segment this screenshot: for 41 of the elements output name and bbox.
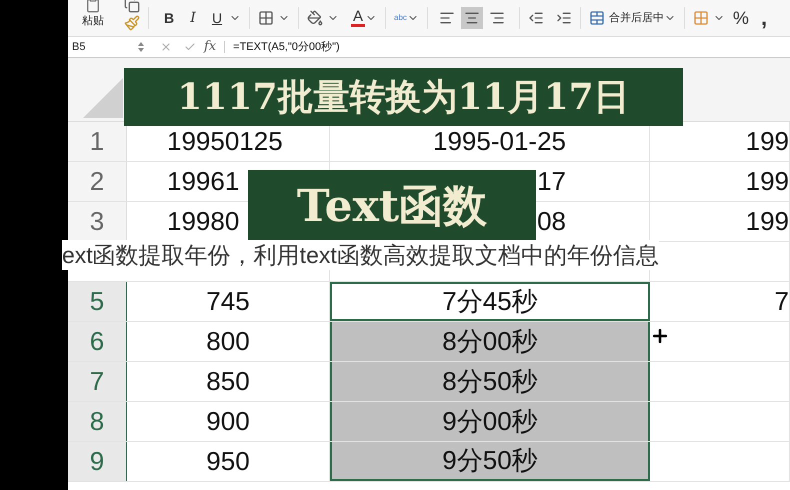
font-color-button[interactable]: A xyxy=(351,9,366,27)
text-style-button[interactable]: abc xyxy=(394,12,407,24)
formula-field[interactable]: =TEXT(A5,"0分00秒") xyxy=(233,38,790,56)
format-button[interactable]: B xyxy=(157,8,181,28)
fill-color-icon[interactable] xyxy=(307,10,323,26)
comma-button[interactable]: , xyxy=(760,7,768,29)
caption-text: ext函数提取年份，利用text函数高效提取文档中的年份信息 xyxy=(62,240,659,270)
row-header[interactable]: 5 xyxy=(68,282,127,321)
row-header[interactable]: 1 xyxy=(68,122,127,161)
merge-center-button[interactable]: 合并后居中 xyxy=(608,10,664,26)
merge-icon[interactable] xyxy=(588,10,605,26)
align-center-icon xyxy=(464,10,480,26)
row-header[interactable]: 3 xyxy=(68,202,127,241)
title-banner: 1117批量转换为11月17日 xyxy=(124,68,683,126)
row-header[interactable]: 6 xyxy=(68,322,127,361)
row-header[interactable]: 9 xyxy=(68,442,127,481)
table-cell: 9分00秒 xyxy=(330,402,650,441)
clipboard-icon xyxy=(85,0,101,13)
format-button[interactable]: I xyxy=(181,8,205,28)
align-button[interactable] xyxy=(460,7,483,29)
name-box[interactable]: B5 xyxy=(68,37,138,57)
copy-icon[interactable] xyxy=(124,0,140,13)
table-cell: 8分00秒 xyxy=(330,322,650,361)
table-cell: 8分50秒 xyxy=(330,362,650,401)
percent-button[interactable]: % xyxy=(732,4,749,32)
paste-button[interactable]: 粘贴 xyxy=(82,0,104,30)
spinner-icon[interactable] xyxy=(138,41,144,53)
align-right-icon xyxy=(488,10,505,26)
indent-decrease-icon[interactable] xyxy=(528,10,544,26)
table-cell: 7分45秒 xyxy=(330,282,650,321)
format-button[interactable]: U xyxy=(205,8,229,28)
crosshair-cursor-icon xyxy=(650,326,670,346)
row-header[interactable]: 8 xyxy=(68,402,127,441)
table-cell: 9分50秒 xyxy=(330,442,650,481)
row-header[interactable]: 7 xyxy=(68,362,127,401)
borders-icon[interactable] xyxy=(258,10,274,26)
number-format-icon[interactable] xyxy=(692,10,709,26)
indent-increase-icon[interactable] xyxy=(556,10,572,26)
align-left-icon xyxy=(438,10,455,26)
row-header[interactable]: 2 xyxy=(68,162,127,201)
function-button[interactable]: fx xyxy=(204,37,216,57)
